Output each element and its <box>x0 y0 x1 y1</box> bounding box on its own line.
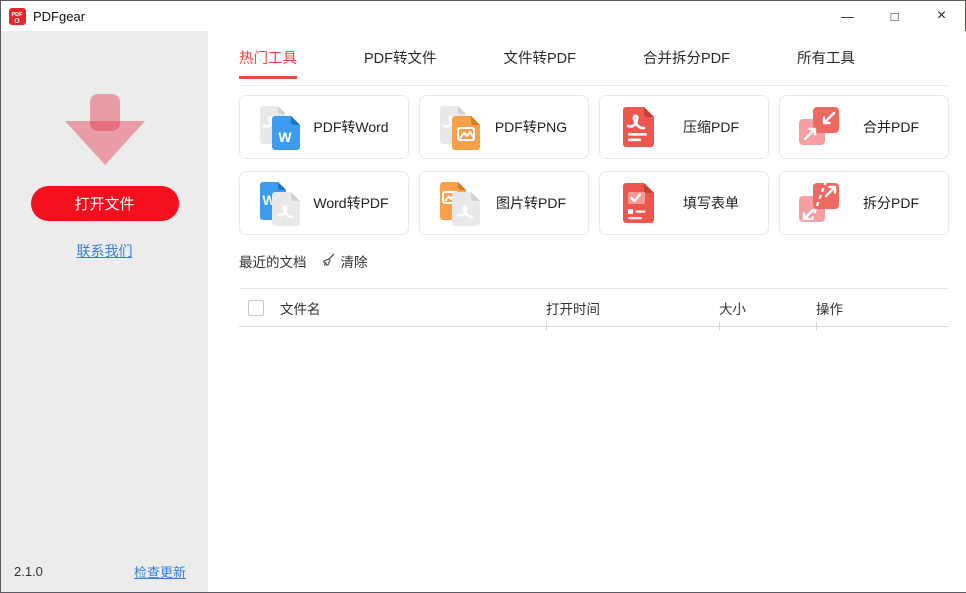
recent-documents-section: 最近的文档 清除 <box>239 251 949 271</box>
tool-tabs: 热门工具 PDF转文件 文件转PDF 合并拆分PDF 所有工具 <box>239 31 949 86</box>
tool-card-label: 拆分PDF <box>863 195 919 211</box>
contact-us-link[interactable]: 联系我们 <box>77 241 133 261</box>
card-compress-pdf[interactable]: 压缩PDF <box>599 95 769 159</box>
select-all-checkbox[interactable] <box>248 299 264 316</box>
tool-card-label: Word转PDF <box>313 195 389 211</box>
sidebar-footer: 2.1.0 检查更新 <box>1 562 208 581</box>
window-controls: — □ × <box>824 1 965 31</box>
tool-card-label: PDF转Word <box>313 119 389 135</box>
column-divider <box>546 322 547 330</box>
tool-card-label: 图片转PDF <box>496 195 566 211</box>
recent-documents-title: 最近的文档 <box>239 255 307 270</box>
check-update-link[interactable]: 检查更新 <box>134 562 186 581</box>
tool-card-label: 压缩PDF <box>683 119 739 135</box>
open-file-button[interactable]: 打开文件 <box>30 186 179 221</box>
fill-form-icon <box>616 180 662 226</box>
title-bar: PDF PDFgear — □ × <box>1 1 965 31</box>
tool-card-label: PDF转PNG <box>494 119 568 135</box>
card-pdf-to-png[interactable]: PDF转PNG <box>419 95 589 159</box>
card-fill-form[interactable]: 填写表单 <box>599 171 769 235</box>
column-header-action: 操作 <box>816 301 843 317</box>
broom-icon <box>320 252 336 271</box>
card-image-to-pdf[interactable]: 图片转PDF <box>419 171 589 235</box>
compress-pdf-icon <box>616 104 662 150</box>
svg-text:PDF: PDF <box>12 12 24 18</box>
svg-text:W: W <box>278 129 292 145</box>
tool-card-label: 填写表单 <box>683 195 739 211</box>
recent-documents-table: 文件名 打开时间 大小 操作 <box>239 288 949 330</box>
column-header-size: 大小 <box>719 301 746 317</box>
tab-all-tools[interactable]: 所有工具 <box>797 47 855 79</box>
pdfgear-logo-icon: PDF <box>9 7 26 25</box>
app-version: 2.1.0 <box>14 564 43 579</box>
clear-label: 清除 <box>340 255 368 270</box>
tab-merge-split-pdf[interactable]: 合并拆分PDF <box>643 47 730 79</box>
sidebar: 打开文件 联系我们 2.1.0 检查更新 <box>1 31 208 592</box>
column-header-filename: 文件名 <box>280 301 321 317</box>
pdf-to-word-icon: W <box>256 104 302 150</box>
minimize-icon[interactable]: — <box>824 1 871 31</box>
card-pdf-to-word[interactable]: W PDF转Word <box>239 95 409 159</box>
main-panel: 热门工具 PDF转文件 文件转PDF 合并拆分PDF 所有工具 W PDF转Wo… <box>208 31 966 592</box>
column-divider <box>719 322 720 330</box>
tab-file-to-pdf[interactable]: 文件转PDF <box>504 47 577 79</box>
tool-card-label: 合并PDF <box>863 119 919 135</box>
window-title: PDFgear <box>33 8 86 24</box>
clear-recent-button[interactable]: 清除 <box>320 251 368 271</box>
tab-pdf-to-file[interactable]: PDF转文件 <box>364 47 437 79</box>
close-icon[interactable]: × <box>918 1 965 31</box>
merge-pdf-icon <box>796 104 842 150</box>
card-merge-pdf[interactable]: 合并PDF <box>779 95 949 159</box>
pdfgear-window: { "window": { "title": "PDFgear", "contr… <box>0 0 966 593</box>
tab-hot-tools[interactable]: 热门工具 <box>239 47 297 79</box>
split-pdf-icon <box>796 180 842 226</box>
pdf-to-png-icon <box>436 104 482 150</box>
open-file-arrow-icon <box>57 91 153 174</box>
card-split-pdf[interactable]: 拆分PDF <box>779 171 949 235</box>
column-divider <box>816 322 817 330</box>
word-to-pdf-icon: W <box>256 180 302 226</box>
tool-card-grid: W PDF转Word PDF转PNG 压缩PDF 合并PDF W Word转PD… <box>239 95 949 235</box>
maximize-icon[interactable]: □ <box>871 1 918 31</box>
column-header-open-time: 打开时间 <box>546 301 600 317</box>
image-to-pdf-icon <box>436 180 482 226</box>
card-word-to-pdf[interactable]: W Word转PDF <box>239 171 409 235</box>
table-header-row: 文件名 打开时间 大小 操作 <box>239 288 949 330</box>
